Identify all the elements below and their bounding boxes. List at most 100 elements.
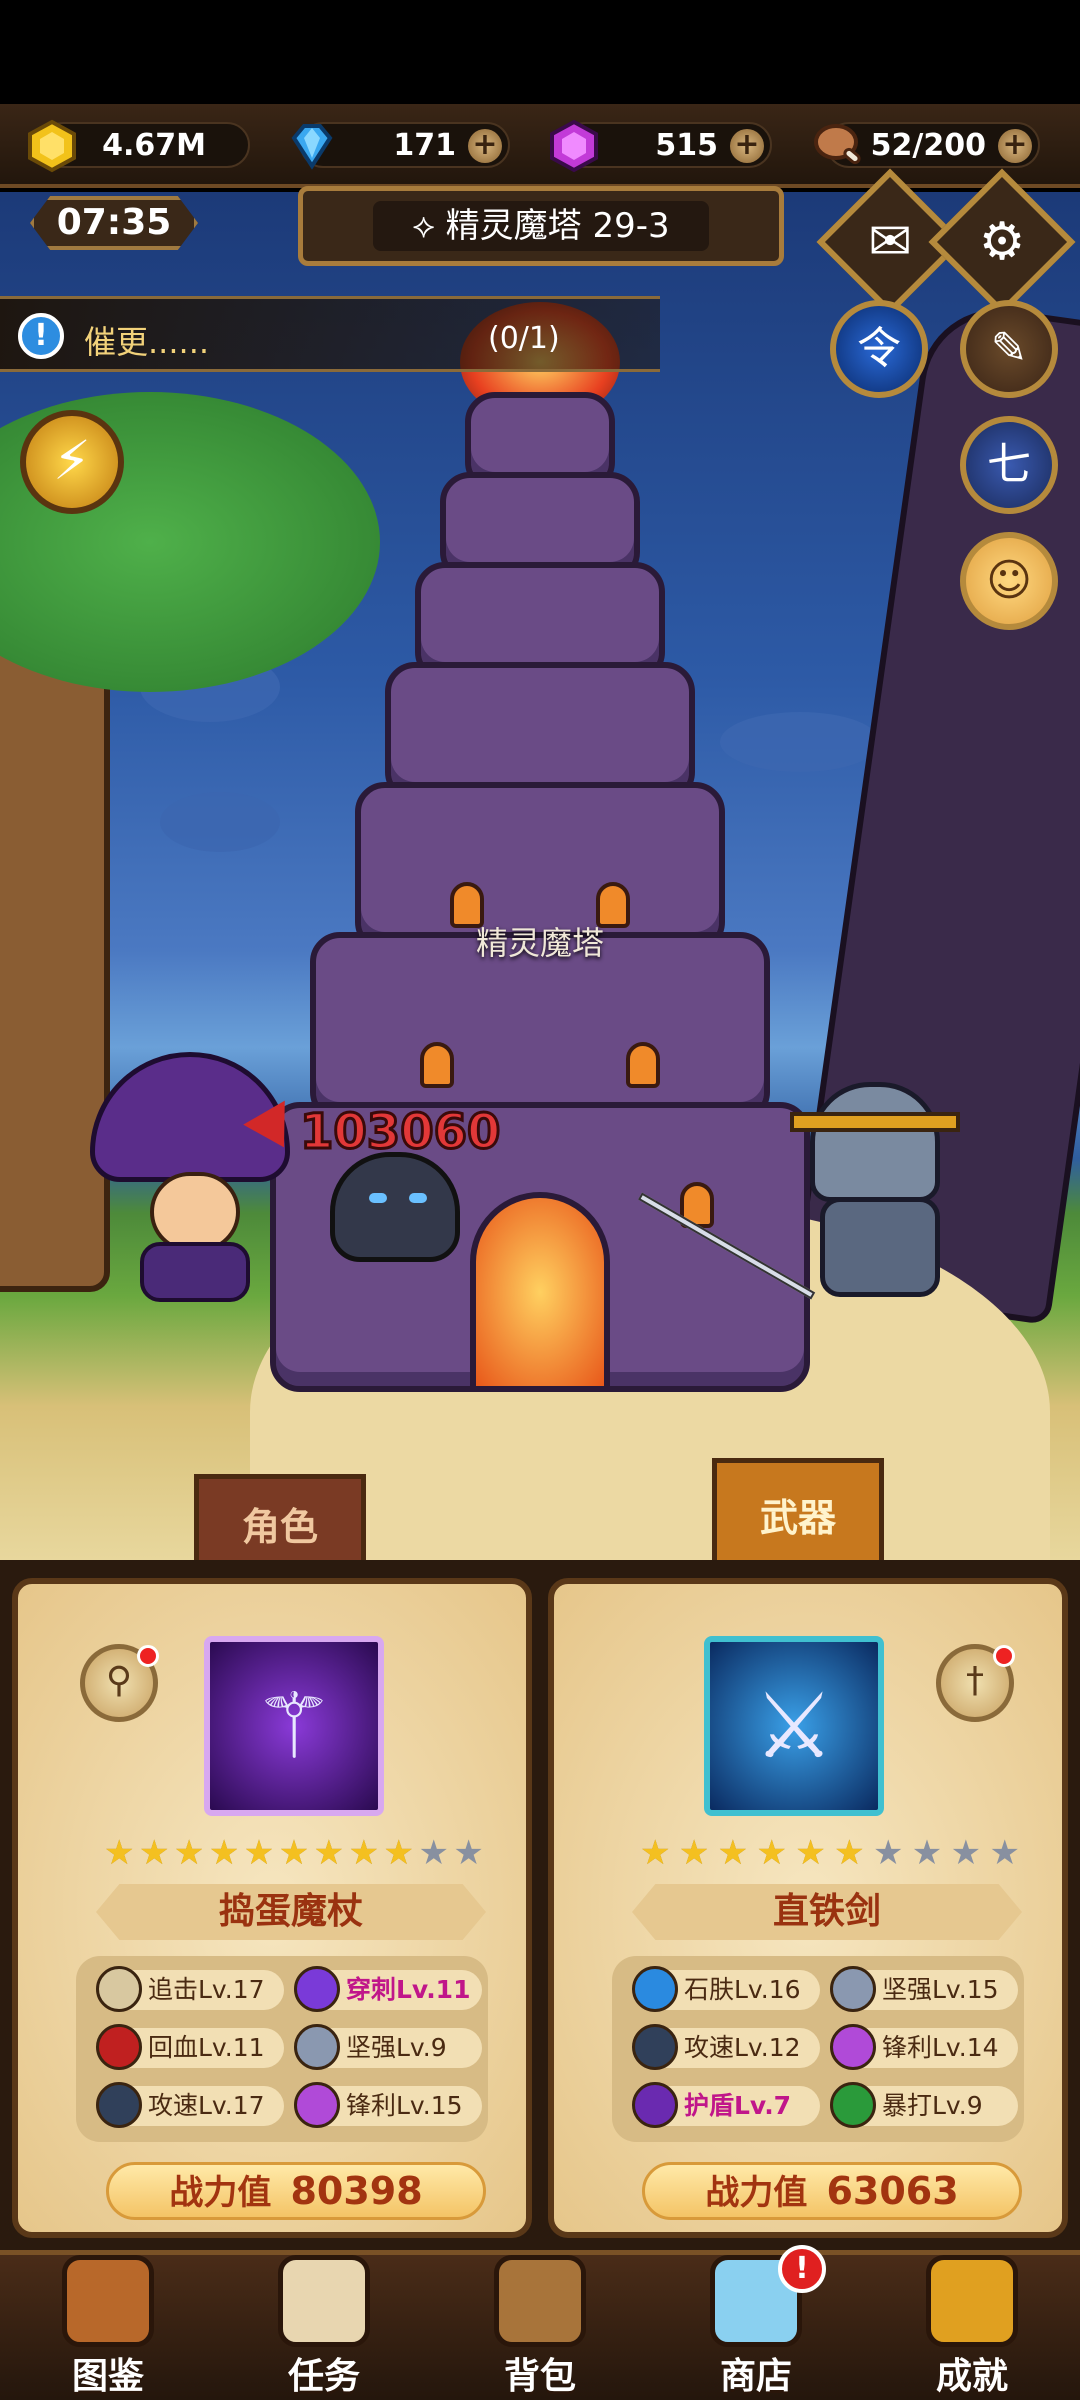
equipment-book: ⚲ ⚚ ★ ★ ★ ★ ★ ★ ★ ★ ★ ★ ★ 捣蛋魔杖 追击Lv.17 穿刺Lv.11 回血Lv.… xyxy=(0,1560,1080,2260)
nav-label: 商店 xyxy=(719,2356,792,2397)
cloud xyxy=(160,792,280,852)
power-label: 战力值 xyxy=(169,2173,272,2213)
nav-label: 背包 xyxy=(503,2356,576,2397)
book-icon xyxy=(62,2255,154,2347)
gem-value: 515 xyxy=(655,128,718,163)
hero-body xyxy=(140,1242,250,1302)
scroll-button[interactable]: 七 xyxy=(960,416,1058,514)
armored-knight-enemy xyxy=(780,1082,980,1302)
star-icon: ★ xyxy=(717,1833,749,1873)
slime-eye xyxy=(409,1193,427,1203)
skill-chip[interactable]: 暴打Lv.9 xyxy=(830,2082,1018,2128)
iron-sword-icon: ⚔ xyxy=(753,1674,835,1779)
diamond-value: 171 xyxy=(393,128,456,163)
skill-label: 锋利Lv.14 xyxy=(882,2033,999,2062)
stage-banner[interactable]: ⟡ 精灵魔塔 29-3 xyxy=(298,186,784,266)
skill-chip[interactable]: 坚强Lv.9 xyxy=(294,2024,482,2070)
star-icon: ★ xyxy=(950,1833,982,1873)
lightning-star-button[interactable]: ⚡ xyxy=(20,410,124,514)
skill-chip[interactable]: 锋利Lv.15 xyxy=(294,2082,482,2128)
star-icon: ★ xyxy=(173,1833,205,1873)
alert-badge: ! xyxy=(778,2245,826,2293)
character-power: 战力值 80398 xyxy=(106,2162,486,2220)
key-icon: ⚲ xyxy=(105,1660,133,1701)
gem-counter[interactable]: 515 + xyxy=(550,119,772,173)
staff-portrait[interactable]: ⚚ xyxy=(204,1636,384,1816)
magic-staff-icon: ⚚ xyxy=(253,1674,335,1779)
envelope-icon: ✉ xyxy=(868,212,912,272)
tower-window xyxy=(420,1042,454,1088)
gold-value: 4.67M xyxy=(102,128,206,163)
nav-item-0[interactable]: 图鉴 xyxy=(18,2255,198,2400)
blue-diamond-icon xyxy=(291,124,333,170)
skill-label: 护盾Lv.7 xyxy=(684,2091,792,2120)
notification-dot xyxy=(993,1645,1015,1667)
skill-chip[interactable]: 追击Lv.17 xyxy=(96,1966,284,2012)
skill-icon xyxy=(632,2024,678,2070)
star-icon: ★ xyxy=(348,1833,380,1873)
skill-chip[interactable]: 攻速Lv.12 xyxy=(632,2024,820,2070)
star-icon: ★ xyxy=(756,1833,787,1873)
meat-icon xyxy=(814,124,861,165)
star-icon: ★ xyxy=(678,1833,710,1873)
star-icon: ★ xyxy=(911,1833,943,1873)
scroll-seven-icon: 七 xyxy=(987,439,1031,490)
star-icon: ★ xyxy=(208,1833,240,1873)
star-icon: ★ xyxy=(313,1833,345,1873)
star-icon: ★ xyxy=(278,1833,310,1873)
gear-icon: ⚙ xyxy=(978,212,1026,272)
battle-scene: 精灵魔塔 103060 xyxy=(0,192,1080,1572)
skill-chip[interactable]: 回血Lv.11 xyxy=(96,2024,284,2070)
skill-icon xyxy=(830,1966,876,2012)
nav-item-1[interactable]: 任务 xyxy=(234,2255,414,2400)
order-button[interactable]: 令 xyxy=(830,300,928,398)
skill-chip[interactable]: 穿刺Lv.11 xyxy=(294,1966,482,2012)
weapon-stats: 石肤Lv.16 坚强Lv.15 攻速Lv.12 锋利Lv.14 护盾Lv.7 暴打Lv.9 xyxy=(612,1956,1024,2142)
quest-tracker[interactable]: ! 催更...... (0/1) xyxy=(0,296,660,372)
gold-counter[interactable]: 4.67M xyxy=(28,119,250,173)
character-pin-button[interactable]: ⚲ xyxy=(80,1644,159,1722)
add-stamina-button[interactable]: + xyxy=(998,129,1032,163)
stamina-counter[interactable]: 52/200 + xyxy=(814,122,1040,168)
skill-chip[interactable]: 攻速Lv.17 xyxy=(96,2082,284,2128)
hero-avatar-icon: ☺ xyxy=(986,555,1032,606)
nav-item-4[interactable]: 成就 xyxy=(882,2255,1062,2400)
weapon-page: † ⚔ ★ ★ ★ ★ ★ ★ ★ ★ ★ ★ 直铁剑 石肤Lv.16 坚强Lv.15 攻速Lv.12… xyxy=(548,1578,1068,2238)
skill-icon xyxy=(632,1966,678,2012)
gold-coin-icon xyxy=(28,119,76,173)
star-icon: ★ xyxy=(383,1833,414,1873)
sword-portrait[interactable]: ⚔ xyxy=(704,1636,884,1816)
nav-item-3[interactable]: ! 商店 xyxy=(666,2245,846,2400)
avatar-button[interactable]: ☺ xyxy=(960,532,1058,630)
knight-gold-trim xyxy=(790,1112,960,1132)
skill-chip[interactable]: 护盾Lv.7 xyxy=(632,2082,820,2128)
damage-number: 103060 xyxy=(298,1103,501,1162)
star-icon: ★ xyxy=(453,1833,484,1873)
skill-label: 攻速Lv.12 xyxy=(684,2033,801,2062)
skill-icon xyxy=(96,2024,142,2070)
skill-icon xyxy=(294,2024,340,2070)
slime-eye xyxy=(369,1193,387,1203)
diamond-counter[interactable]: 171 + xyxy=(291,122,510,170)
star-icon: ★ xyxy=(243,1833,275,1873)
weapon-pin-button[interactable]: † xyxy=(936,1644,1015,1722)
skill-chip[interactable]: 石肤Lv.16 xyxy=(632,1966,820,2012)
star-icon: ★ xyxy=(834,1833,865,1873)
skill-icon xyxy=(96,2082,142,2128)
feather-button[interactable]: ✎ xyxy=(960,300,1058,398)
add-gem-button[interactable]: + xyxy=(730,129,764,163)
skill-chip[interactable]: 坚强Lv.15 xyxy=(830,1966,1018,2012)
nav-item-2[interactable]: 背包 xyxy=(450,2255,630,2400)
add-diamond-button[interactable]: + xyxy=(468,129,502,163)
sword-pin-icon: † xyxy=(966,1660,984,1701)
skill-icon xyxy=(96,1966,142,2012)
star-icon: ★ xyxy=(872,1833,904,1873)
tower-label: 精灵魔塔 xyxy=(475,924,604,962)
star-icon: ★ xyxy=(640,1833,671,1873)
tower-door xyxy=(470,1192,610,1392)
tower-window xyxy=(626,1042,660,1088)
stage-title-box: ⟡ 精灵魔塔 29-3 xyxy=(373,201,709,251)
skill-chip[interactable]: 锋利Lv.14 xyxy=(830,2024,1018,2070)
star-icon: ★ xyxy=(138,1833,170,1873)
lightning-icon: ⚡ xyxy=(53,429,91,492)
